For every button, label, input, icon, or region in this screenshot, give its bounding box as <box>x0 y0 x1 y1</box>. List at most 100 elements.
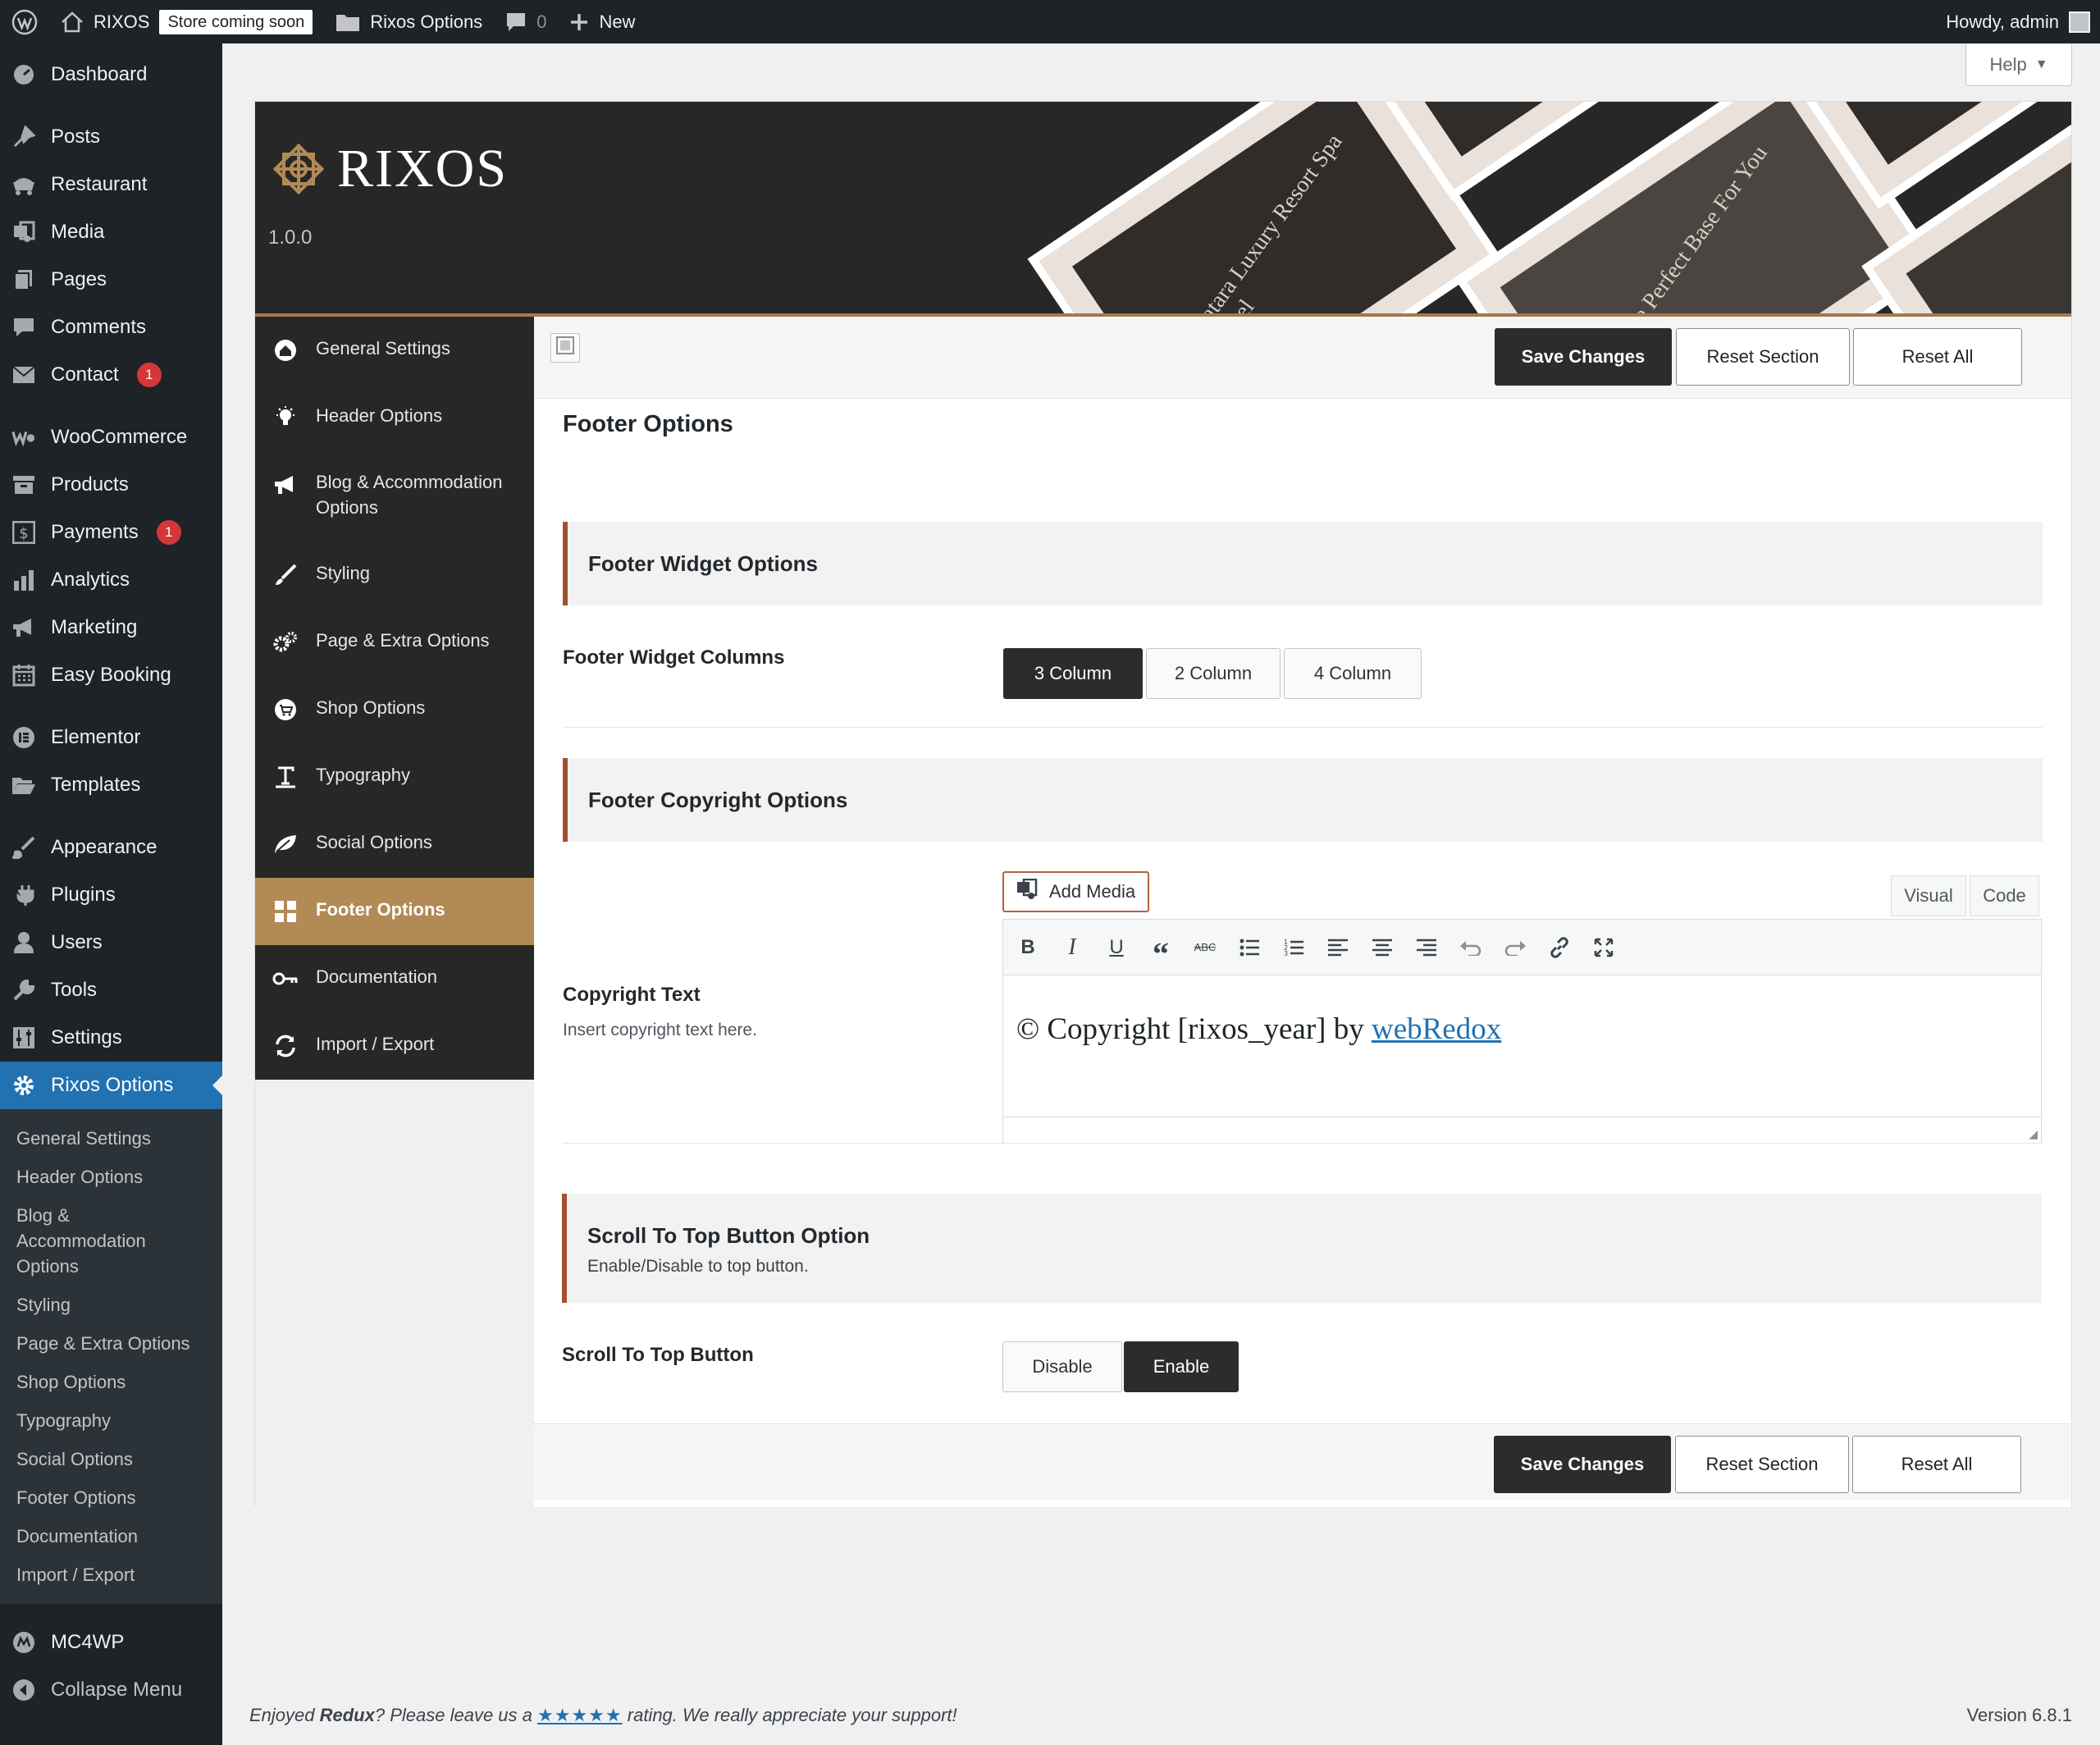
menu-analytics[interactable]: Analytics <box>0 556 222 604</box>
submenu-styling[interactable]: Styling <box>0 1286 222 1324</box>
folder-icon <box>336 12 360 32</box>
menu-media[interactable]: Media <box>0 208 222 256</box>
menu-easy-booking[interactable]: Easy Booking <box>0 651 222 699</box>
section-documentation[interactable]: Documentation <box>255 945 534 1012</box>
menu-products[interactable]: Products <box>0 461 222 509</box>
save-changes-button-bottom[interactable]: Save Changes <box>1494 1436 1671 1493</box>
site-name: RIXOS <box>94 11 150 32</box>
align-center-icon[interactable] <box>1367 933 1397 962</box>
section-page-extra[interactable]: Page & Extra Options <box>255 609 534 676</box>
bold-icon[interactable]: B <box>1013 933 1043 962</box>
resize-handle-icon[interactable]: ◢ <box>2029 1127 2038 1141</box>
menu-dashboard[interactable]: Dashboard <box>0 51 222 98</box>
submenu-page-extra[interactable]: Page & Extra Options <box>0 1324 222 1363</box>
archive-box-icon <box>11 473 36 497</box>
reset-all-button-top[interactable]: Reset All <box>1853 328 2022 386</box>
reset-section-button-top[interactable]: Reset Section <box>1676 328 1850 386</box>
expand-options-toggle[interactable] <box>550 333 580 363</box>
rixos-submenu: General Settings Header Options Blog & A… <box>0 1109 222 1604</box>
menu-rixos-options[interactable]: Rixos Options <box>0 1062 222 1109</box>
menu-appearance[interactable]: Appearance <box>0 824 222 871</box>
submenu-shop-options[interactable]: Shop Options <box>0 1363 222 1401</box>
my-account-link[interactable]: Howdy, admin <box>1946 11 2100 33</box>
section-social-options[interactable]: Social Options <box>255 811 534 878</box>
section-blog-accommodation[interactable]: Blog & Accommodation Options <box>255 451 534 541</box>
reset-section-button-bottom[interactable]: Reset Section <box>1675 1436 1849 1493</box>
submenu-documentation[interactable]: Documentation <box>0 1517 222 1555</box>
section-import-export[interactable]: Import / Export <box>255 1012 534 1080</box>
section-general-settings[interactable]: General Settings <box>255 317 534 384</box>
submenu-blog-accommodation[interactable]: Blog & Accommodation Options <box>0 1196 180 1286</box>
section-shop-options[interactable]: Shop Options <box>255 676 534 743</box>
column-option-4[interactable]: 4 Column <box>1284 648 1422 699</box>
link-icon[interactable] <box>1545 933 1574 962</box>
menu-contact[interactable]: Contact 1 <box>0 351 222 399</box>
menu-mc4wp[interactable]: MC4WP <box>0 1619 222 1666</box>
scroll-option-enable[interactable]: Enable <box>1124 1341 1239 1392</box>
align-right-icon[interactable] <box>1412 933 1441 962</box>
menu-marketing[interactable]: Marketing <box>0 604 222 651</box>
editor-content[interactable]: © Copyright [rixos_year] by webRedox <box>1003 975 2041 1083</box>
help-tab-button[interactable]: Help ▼ <box>1965 43 2072 86</box>
comments-link[interactable]: 0 <box>494 0 558 43</box>
strikethrough-icon[interactable]: ABC <box>1190 933 1220 962</box>
menu-pages[interactable]: Pages <box>0 256 222 304</box>
add-media-button[interactable]: Add Media <box>1002 871 1149 912</box>
numbered-list-icon[interactable]: 123 <box>1279 933 1308 962</box>
bottom-action-bar: Save Changes Reset Section Reset All <box>533 1423 2070 1501</box>
section-typography[interactable]: Typography <box>255 743 534 811</box>
menu-comments[interactable]: Comments <box>0 304 222 351</box>
wp-logo-button[interactable] <box>0 0 49 43</box>
menu-label: Collapse Menu <box>51 1679 183 1701</box>
submenu-social-options[interactable]: Social Options <box>0 1440 222 1478</box>
fullscreen-icon[interactable] <box>1589 933 1618 962</box>
wp-version: Version 6.8.1 <box>1966 1705 2072 1725</box>
scroll-option-disable[interactable]: Disable <box>1002 1341 1122 1392</box>
section-styling[interactable]: Styling <box>255 541 534 609</box>
menu-label: MC4WP <box>51 1631 125 1653</box>
menu-users[interactable]: Users <box>0 919 222 966</box>
home-circle-icon <box>272 338 299 363</box>
site-name-link[interactable]: RIXOS Store coming soon <box>49 0 324 43</box>
submenu-general-settings[interactable]: General Settings <box>0 1119 222 1158</box>
menu-posts[interactable]: Posts <box>0 113 222 161</box>
column-option-2[interactable]: 2 Column <box>1146 648 1281 699</box>
collapse-menu-button[interactable]: Collapse Menu <box>0 1666 222 1714</box>
menu-elementor[interactable]: Elementor <box>0 714 222 761</box>
wp-footer: Enjoyed Redux? Please leave us a ★★★★★ r… <box>249 1705 2072 1726</box>
column-option-3[interactable]: 3 Column <box>1003 648 1143 699</box>
reset-all-button-bottom[interactable]: Reset All <box>1852 1436 2021 1493</box>
submenu-header-options[interactable]: Header Options <box>0 1158 222 1196</box>
redo-icon[interactable] <box>1500 933 1530 962</box>
underline-icon[interactable]: U <box>1102 933 1131 962</box>
save-changes-button-top[interactable]: Save Changes <box>1495 328 1672 386</box>
store-coming-soon-badge[interactable]: Store coming soon <box>159 9 313 34</box>
undo-icon[interactable] <box>1456 933 1486 962</box>
menu-restaurant[interactable]: Restaurant <box>0 161 222 208</box>
editor-tab-code[interactable]: Code <box>1970 875 2039 916</box>
bullet-list-icon[interactable] <box>1235 933 1264 962</box>
menu-settings[interactable]: Settings <box>0 1014 222 1062</box>
rating-stars-link[interactable]: ★★★★★ <box>537 1705 623 1725</box>
user-icon <box>11 930 36 955</box>
menu-plugins[interactable]: Plugins <box>0 871 222 919</box>
blockquote-icon[interactable]: “ <box>1146 933 1176 972</box>
dashboard-gauge-icon <box>11 62 36 87</box>
submenu-typography[interactable]: Typography <box>0 1401 222 1440</box>
italic-icon[interactable]: I <box>1057 933 1087 962</box>
new-content-link[interactable]: New <box>558 0 646 43</box>
editor-tab-visual[interactable]: Visual <box>1891 875 1966 916</box>
menu-woocommerce[interactable]: WooCommerce <box>0 413 222 461</box>
menu-payments[interactable]: $ Payments 1 <box>0 509 222 556</box>
submenu-footer-options[interactable]: Footer Options <box>0 1478 222 1517</box>
align-left-icon[interactable] <box>1323 933 1353 962</box>
menu-tools[interactable]: Tools <box>0 966 222 1014</box>
menu-templates[interactable]: Templates <box>0 761 222 809</box>
rixos-options-link[interactable]: Rixos Options <box>324 0 494 43</box>
section-footer-options[interactable]: Footer Options <box>255 878 534 945</box>
webredox-link[interactable]: webRedox <box>1372 1012 1501 1046</box>
section-header-options[interactable]: Header Options <box>255 384 534 451</box>
submenu-import-export[interactable]: Import / Export <box>0 1555 222 1594</box>
cogs-icon <box>272 630 299 655</box>
top-action-bar: Save Changes Reset Section Reset All <box>534 317 2071 399</box>
